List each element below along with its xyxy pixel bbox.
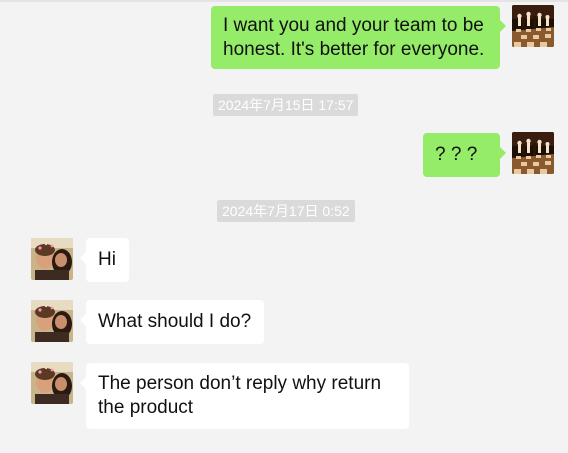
message-bubble[interactable]: The person don’t reply why return the pr… [80, 363, 409, 429]
message-text-line: honest. It's better for everyone. [223, 39, 485, 60]
message-text-line: What should I do? [98, 311, 252, 332]
message-row-incoming: What should I do? [0, 294, 568, 350]
message-bubble[interactable]: Hi [80, 238, 129, 282]
timestamp: 2024年7月17日 0:52 [217, 200, 355, 222]
message-row-outgoing: I want you and your team to be honest. I… [0, 0, 568, 76]
chess-board-avatar-icon[interactable] [512, 132, 554, 174]
chess-board-avatar-icon[interactable] [512, 5, 554, 47]
message-row-incoming: Hi [0, 232, 568, 288]
message-bubble[interactable]: What should I do? [80, 300, 264, 344]
message-text-line: the product [98, 397, 194, 418]
timestamp: 2024年7月15日 17:57 [213, 94, 359, 116]
message-text-line: I want you and your team to be [223, 15, 484, 36]
couple-photo-avatar-icon[interactable] [31, 300, 73, 342]
message-row-incoming: The person don’t reply why return the pr… [0, 356, 568, 436]
message-text-line: The person don’t reply why return [98, 373, 382, 394]
message-row-outgoing: ? ? ? [0, 128, 568, 180]
couple-photo-avatar-icon[interactable] [31, 362, 73, 404]
message-bubble[interactable]: I want you and your team to be honest. I… [211, 6, 506, 69]
message-text-line: ? ? ? [435, 144, 478, 165]
message-text-line: Hi [98, 249, 116, 270]
couple-photo-avatar-icon[interactable] [31, 238, 73, 280]
message-bubble[interactable]: ? ? ? [423, 133, 506, 177]
